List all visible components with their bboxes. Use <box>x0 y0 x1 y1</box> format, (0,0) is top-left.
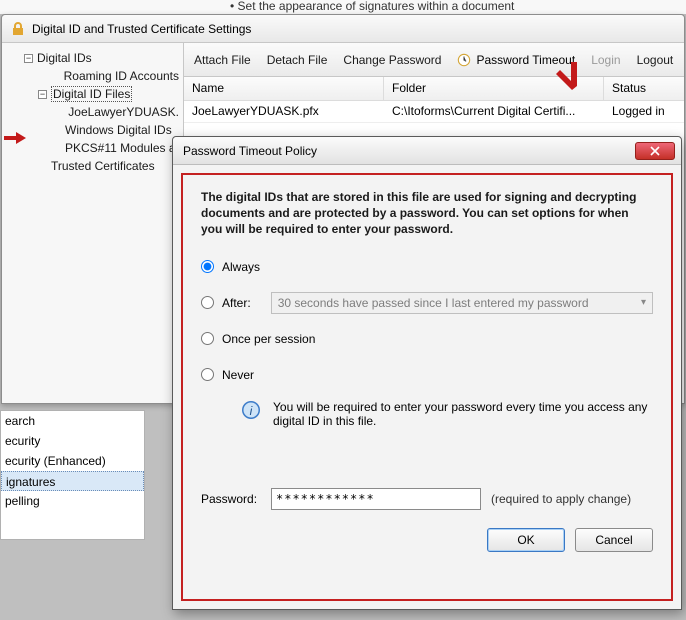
collapse-icon[interactable]: − <box>38 90 47 99</box>
category-list: earch ecurity ecurity (Enhanced) ignatur… <box>0 410 145 540</box>
tree-trusted[interactable]: Trusted Certificates <box>6 157 183 175</box>
radio-once[interactable] <box>201 332 214 345</box>
truncated-context: • Set the appearance of signatures withi… <box>0 0 686 14</box>
radio-never-label: Never <box>222 368 254 382</box>
close-icon <box>650 146 660 156</box>
lock-icon <box>10 21 26 37</box>
after-dropdown-value: 30 seconds have passed since I last ente… <box>278 296 589 310</box>
password-timeout-label: Password Timeout <box>476 53 575 67</box>
cell-name: JoeLawyerYDUASK.pfx <box>184 101 384 122</box>
attach-file-button[interactable]: Attach File <box>194 53 251 67</box>
tree-item-pkcs11[interactable]: PKCS#11 Modules a <box>6 139 183 157</box>
password-timeout-button[interactable]: Password Timeout <box>457 53 575 67</box>
collapse-icon[interactable]: − <box>24 54 33 63</box>
radio-after[interactable] <box>201 296 214 309</box>
list-item[interactable]: earch <box>1 411 144 431</box>
tree-item-windows[interactable]: Windows Digital IDs <box>6 121 183 139</box>
toolbar: Attach File Detach File Change Password … <box>184 43 684 77</box>
required-text: (required to apply change) <box>491 492 631 506</box>
chevron-down-icon: ▾ <box>641 297 646 308</box>
dialog-body: The digital IDs that are stored in this … <box>181 173 673 601</box>
login-button: Login <box>591 53 620 67</box>
radio-never[interactable] <box>201 368 214 381</box>
radio-once-label: Once per session <box>222 332 315 346</box>
dialog-titlebar: Password Timeout Policy <box>173 137 681 165</box>
cancel-button[interactable]: Cancel <box>575 528 653 552</box>
dialog-buttons: OK Cancel <box>201 528 653 552</box>
tree-item-digital-id-files[interactable]: −Digital ID Files <box>6 85 183 103</box>
detach-file-button[interactable]: Detach File <box>267 53 328 67</box>
window-titlebar: Digital ID and Trusted Certificate Setti… <box>2 15 684 43</box>
ok-button[interactable]: OK <box>487 528 565 552</box>
change-password-button[interactable]: Change Password <box>343 53 441 67</box>
cell-status: Logged in <box>604 101 684 122</box>
cell-folder: C:\Itoforms\Current Digital Certifi... <box>384 101 604 122</box>
red-arrow-indicator-icon <box>4 131 26 145</box>
table-row[interactable]: JoeLawyerYDUASK.pfx C:\Itoforms\Current … <box>184 101 684 123</box>
table-header: Name Folder Status <box>184 77 684 101</box>
list-item[interactable]: ecurity (Enhanced) <box>1 451 144 471</box>
list-item[interactable]: ecurity <box>1 431 144 451</box>
radio-after-row[interactable]: After: 30 seconds have passed since I la… <box>201 292 653 314</box>
dialog-title: Password Timeout Policy <box>183 144 317 158</box>
info-icon: i <box>241 400 261 420</box>
tree-root[interactable]: −Digital IDs <box>6 49 183 67</box>
tree-item-roaming[interactable]: Roaming ID Accounts <box>6 67 183 85</box>
radio-always[interactable] <box>201 260 214 273</box>
tree-pane: −Digital IDs Roaming ID Accounts −Digita… <box>2 43 184 403</box>
radio-once-row[interactable]: Once per session <box>201 328 653 350</box>
col-name[interactable]: Name <box>184 77 384 100</box>
clock-icon <box>457 53 471 67</box>
close-button[interactable] <box>635 142 675 160</box>
svg-text:i: i <box>250 404 253 418</box>
radio-always-label: Always <box>222 260 260 274</box>
list-item-selected[interactable]: ignatures <box>1 471 144 491</box>
password-input[interactable] <box>271 488 481 510</box>
password-row: Password: (required to apply change) <box>201 488 653 510</box>
logout-button[interactable]: Logout <box>637 53 674 67</box>
info-text: You will be required to enter your passw… <box>273 400 653 428</box>
col-folder[interactable]: Folder <box>384 77 604 100</box>
password-label: Password: <box>201 492 271 506</box>
window-title: Digital ID and Trusted Certificate Setti… <box>32 22 251 36</box>
password-timeout-dialog: Password Timeout Policy The digital IDs … <box>172 136 682 610</box>
dialog-explain: The digital IDs that are stored in this … <box>201 189 653 238</box>
list-item[interactable]: pelling <box>1 491 144 511</box>
radio-always-row[interactable]: Always <box>201 256 653 278</box>
info-row: i You will be required to enter your pas… <box>241 400 653 428</box>
after-dropdown[interactable]: 30 seconds have passed since I last ente… <box>271 292 653 314</box>
tree-item-pfx-file[interactable]: JoeLawyerYDUASK. <box>6 103 183 121</box>
radio-after-label: After: <box>222 296 251 310</box>
radio-never-row[interactable]: Never <box>201 364 653 386</box>
col-status[interactable]: Status <box>604 77 684 100</box>
